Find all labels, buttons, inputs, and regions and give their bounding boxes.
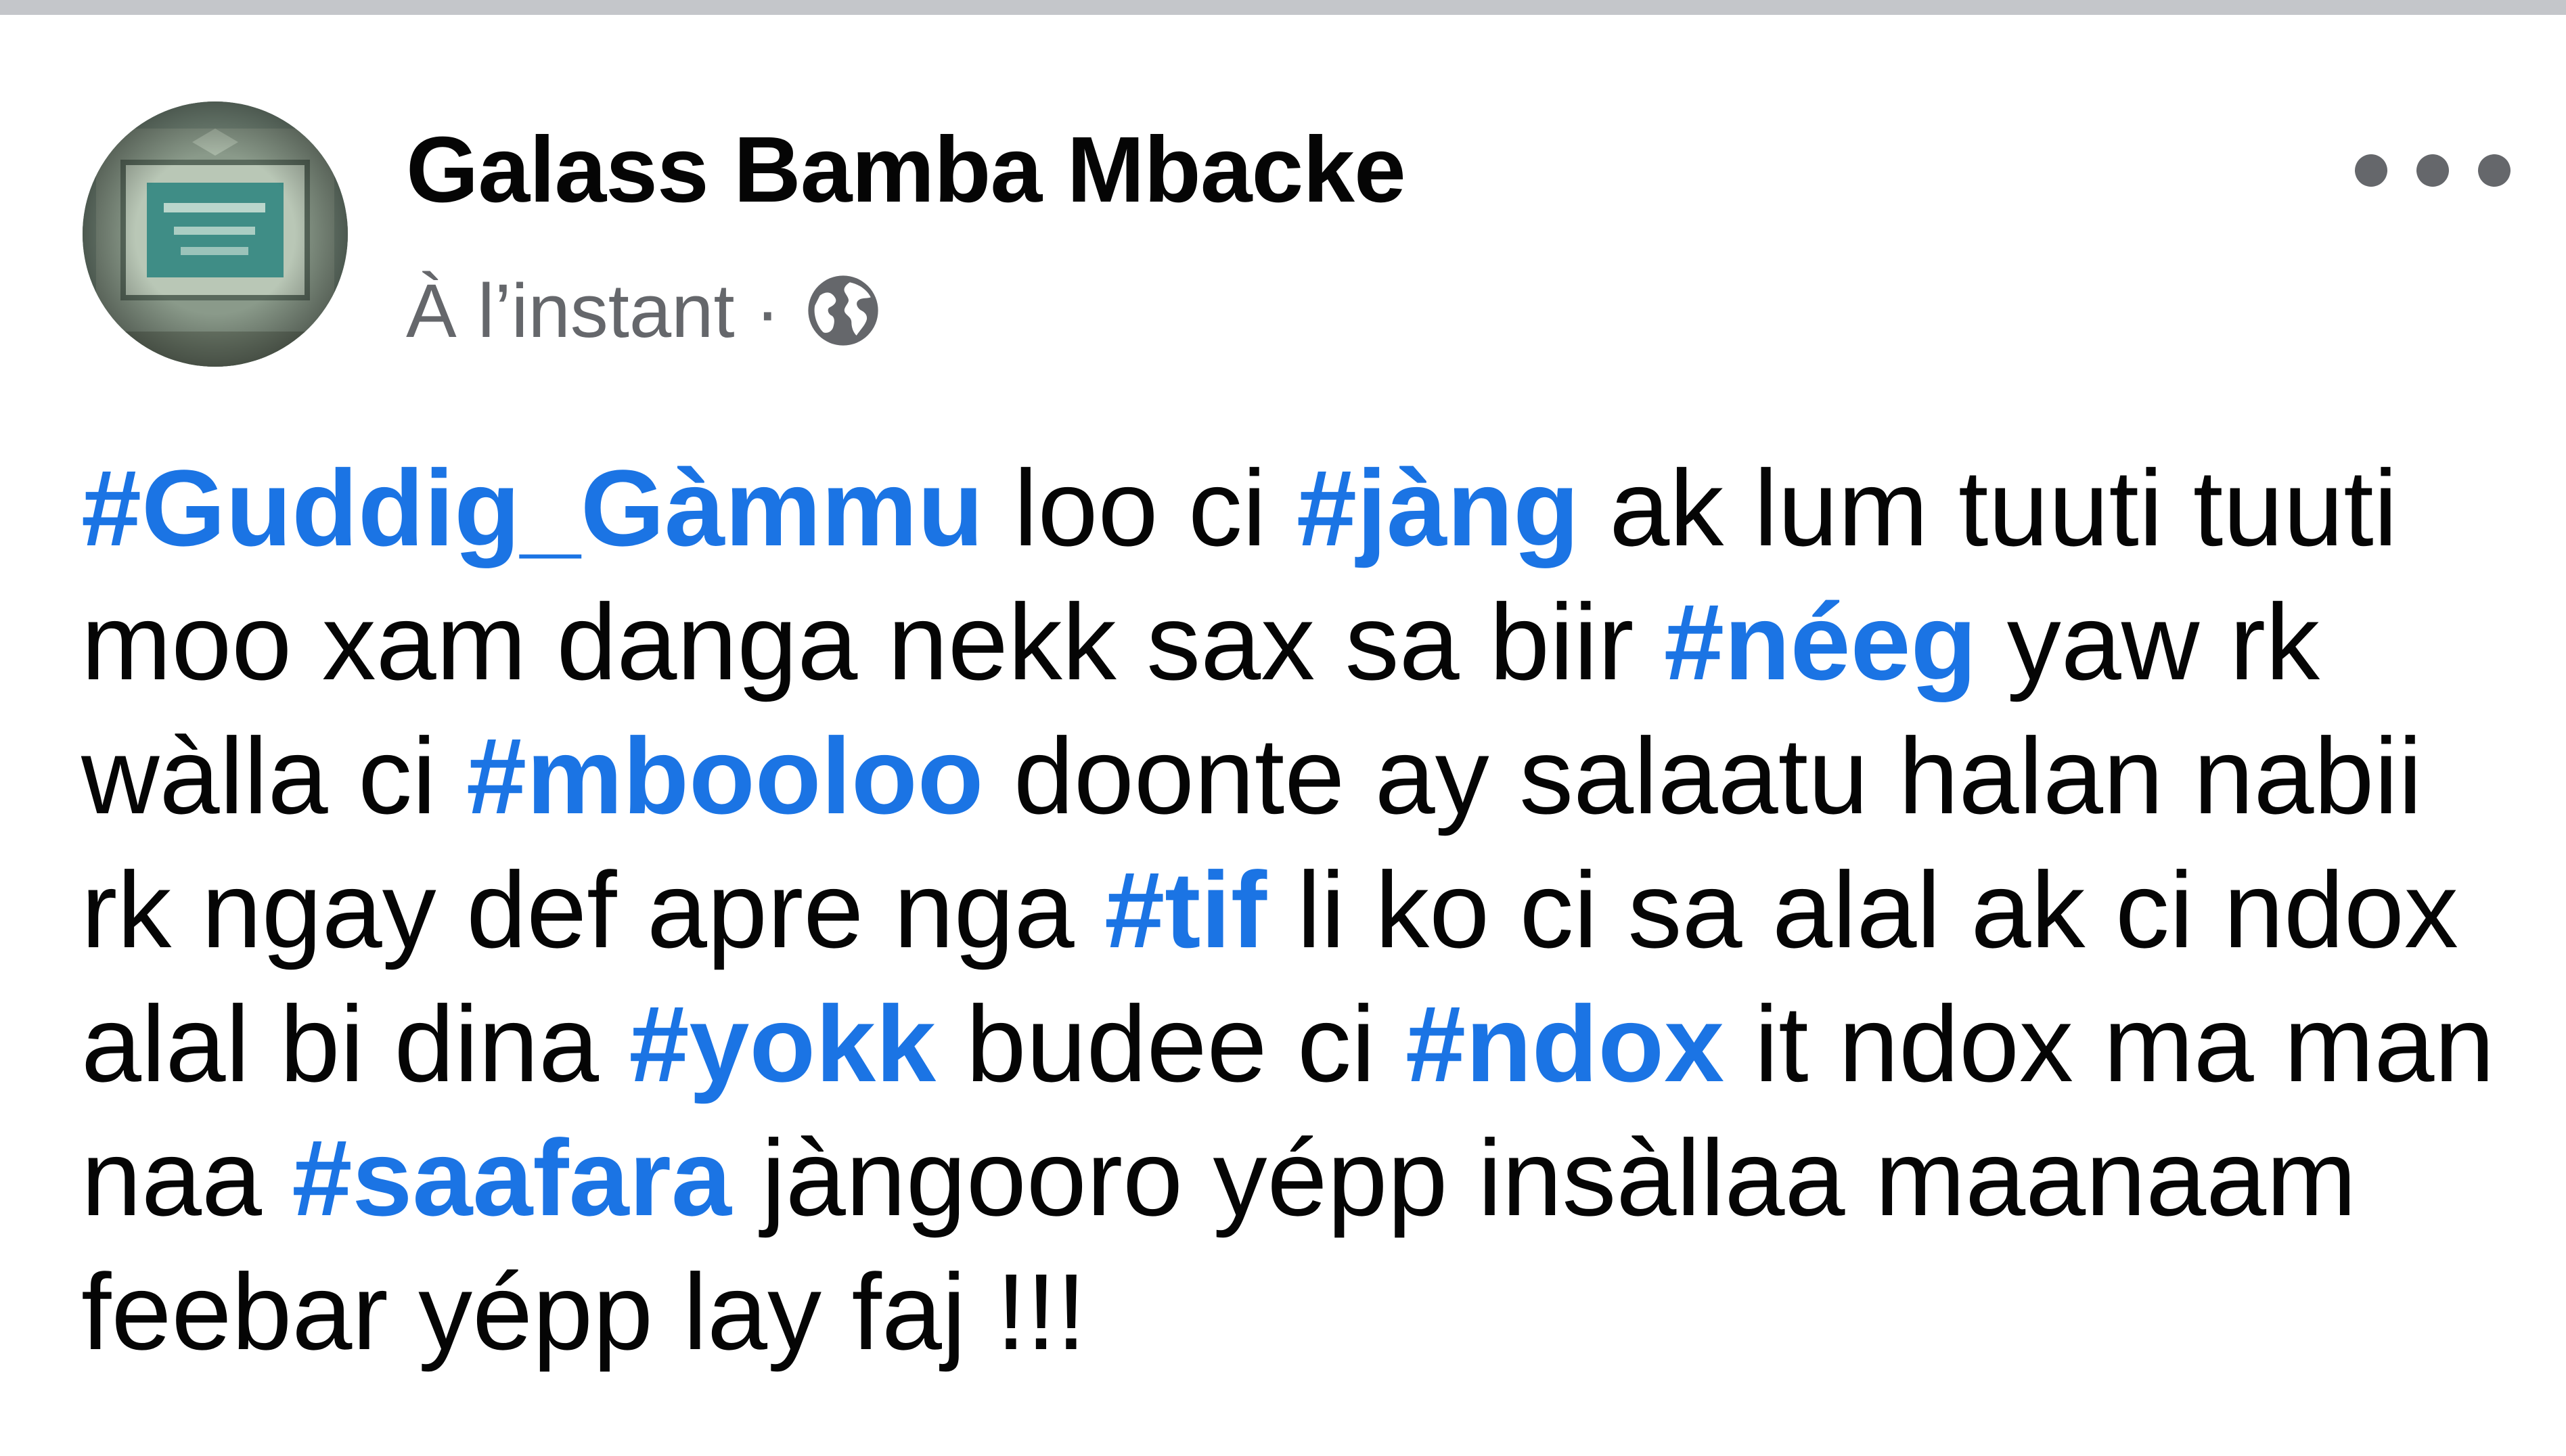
hashtag-link[interactable]: #yokk (629, 983, 936, 1104)
globe-icon[interactable] (803, 271, 883, 350)
post-body: #Guddig_Gàmmu loo ci #jàng ak lum tuuti … (81, 441, 2531, 1379)
hashtag-link[interactable]: #jàng (1297, 447, 1579, 568)
hashtag-link[interactable]: #mbooloo (466, 715, 983, 836)
hashtag-link[interactable]: #tif (1104, 849, 1267, 970)
avatar-image (83, 101, 348, 367)
avatar[interactable] (83, 101, 348, 367)
hashtag-link[interactable]: #néeg (1664, 581, 1977, 702)
post-card: Galass Bamba Mbacke À l’instant · #Guddi… (0, 15, 2566, 1456)
hashtag-link[interactable]: #saafara (292, 1117, 731, 1238)
more-options-button[interactable] (2355, 137, 2511, 204)
post-text-segment: budee ci (936, 983, 1405, 1104)
hashtag-link[interactable]: #Guddig_Gàmmu (81, 447, 984, 568)
top-divider (0, 0, 2566, 15)
post-text-segment: loo ci (983, 447, 1297, 568)
more-options-icon (2355, 154, 2387, 187)
post-timestamp[interactable]: À l’instant (406, 267, 735, 355)
meta-separator: · (755, 268, 780, 353)
more-options-dot (2416, 154, 2449, 187)
author-name[interactable]: Galass Bamba Mbacke (406, 116, 1406, 224)
more-options-dot (2478, 154, 2511, 187)
hashtag-link[interactable]: #ndox (1405, 983, 1724, 1104)
post-meta: À l’instant · (406, 267, 883, 355)
